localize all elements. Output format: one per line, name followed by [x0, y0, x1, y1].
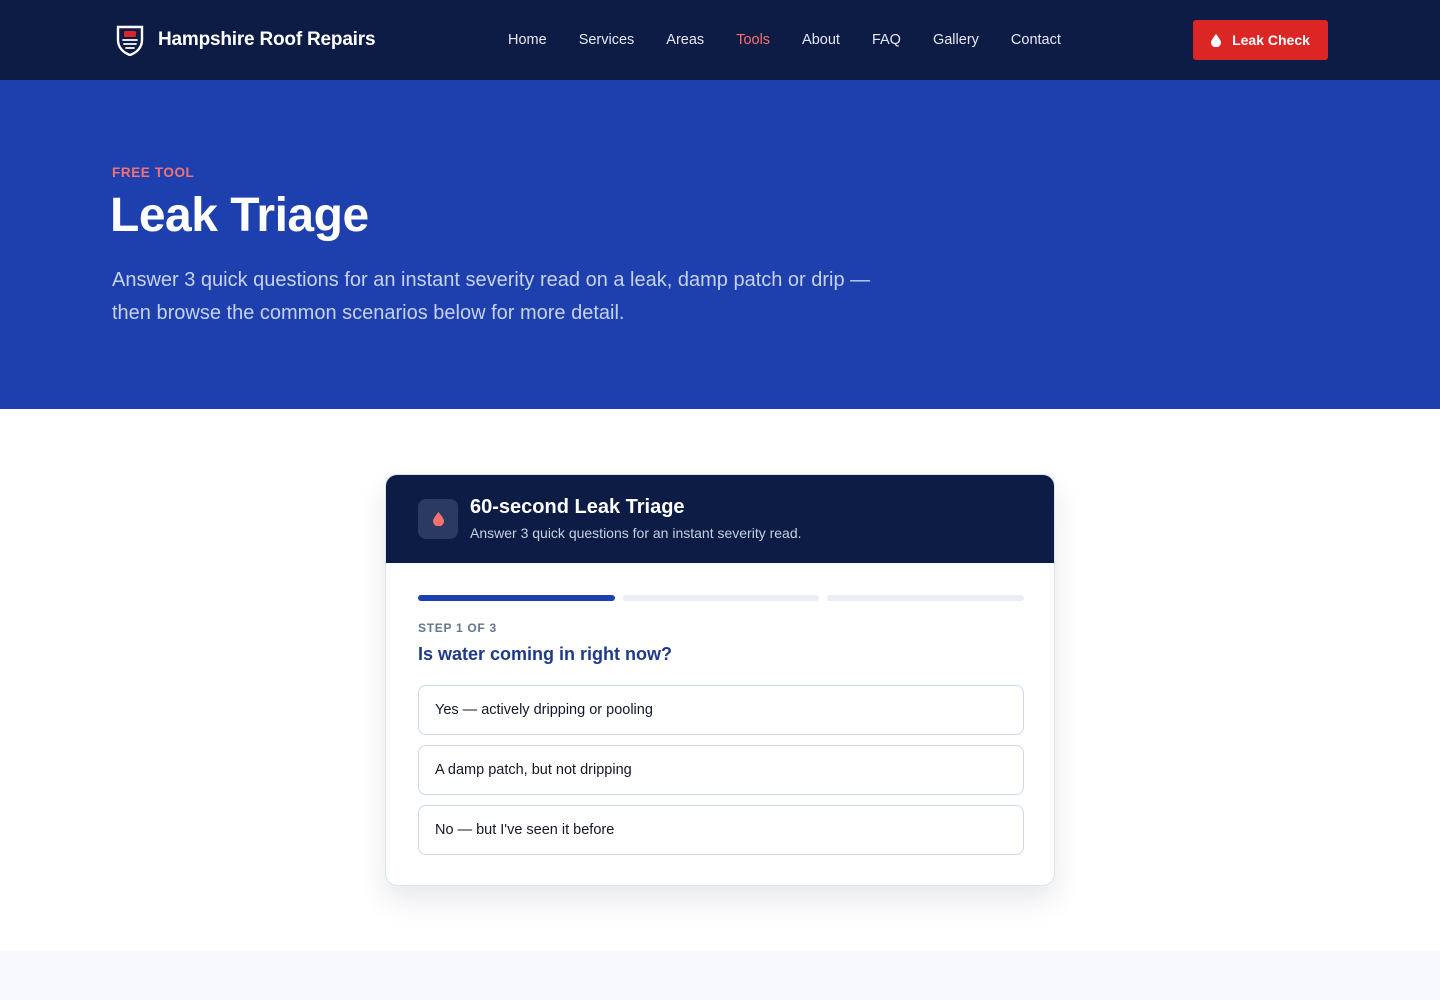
hero-subtitle: Answer 3 quick questions for an instant … — [112, 269, 871, 324]
leak-check-label: Leak Check — [1232, 32, 1310, 48]
nav-link-home[interactable]: Home — [492, 32, 563, 48]
water-drop-icon — [432, 512, 444, 526]
triage-card-header: 60-second Leak Triage Answer 3 quick que… — [386, 475, 1054, 563]
triage-icon-badge — [418, 499, 458, 539]
nav-link-contact[interactable]: Contact — [995, 32, 1077, 48]
next-section-band — [0, 951, 1440, 1000]
nav-link-tools[interactable]: Tools — [720, 32, 786, 48]
water-drop-icon — [1211, 33, 1222, 47]
progress-segment-2 — [622, 595, 820, 601]
nav-link-gallery[interactable]: Gallery — [917, 32, 995, 48]
primary-nav: Home Services Areas Tools About FAQ Gall… — [492, 0, 1077, 80]
nav-link-about[interactable]: About — [786, 32, 856, 48]
nav-link-faq[interactable]: FAQ — [856, 32, 917, 48]
hero-section: FREE TOOL Leak Triage Answer 3 quick que… — [0, 80, 1440, 409]
leak-triage-card: 60-second Leak Triage Answer 3 quick que… — [385, 474, 1055, 886]
brand-name: Hampshire Roof Repairs — [158, 29, 376, 50]
hero-eyebrow: FREE TOOL — [112, 165, 195, 180]
shield-logo-icon — [116, 25, 144, 56]
answer-option-seen-before[interactable]: No — but I've seen it before — [418, 805, 1024, 855]
leak-check-button[interactable]: Leak Check — [1193, 20, 1328, 60]
step-progress-bar — [418, 595, 1025, 601]
top-navigation: Hampshire Roof Repairs Home Services Are… — [0, 0, 1440, 80]
page-title: Leak Triage — [110, 189, 369, 242]
brand[interactable]: Hampshire Roof Repairs — [116, 24, 376, 56]
answer-option-yes-dripping[interactable]: Yes — actively dripping or pooling — [418, 685, 1024, 735]
nav-link-areas[interactable]: Areas — [650, 32, 720, 48]
progress-segment-1 — [418, 595, 615, 601]
triage-title: 60-second Leak Triage — [470, 496, 685, 518]
answer-options: Yes — actively dripping or pooling A dam… — [418, 685, 1024, 865]
answer-option-damp-patch[interactable]: A damp patch, but not dripping — [418, 745, 1024, 795]
question-text: Is water coming in right now? — [418, 644, 673, 664]
nav-link-services[interactable]: Services — [563, 32, 651, 48]
progress-segment-3 — [827, 595, 1025, 601]
triage-subtitle: Answer 3 quick questions for an instant … — [470, 525, 802, 541]
step-label: STEP 1 OF 3 — [418, 621, 497, 635]
